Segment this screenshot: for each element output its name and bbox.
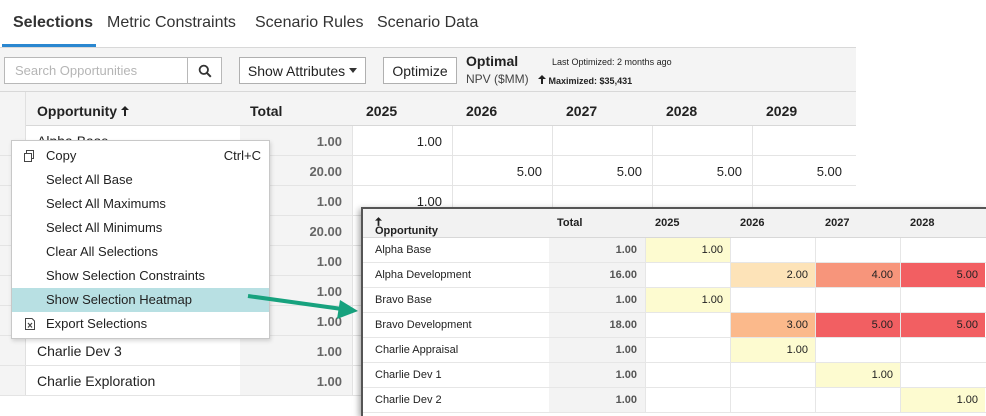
heatmap-opportunity-name: Charlie Dev 1 bbox=[375, 369, 442, 381]
heatmap-cell[interactable] bbox=[645, 338, 730, 362]
heatmap-total-cell: 1.00 bbox=[549, 288, 645, 312]
heatmap-cell[interactable] bbox=[815, 288, 900, 312]
heatmap-cell[interactable] bbox=[900, 363, 985, 387]
heatmap-column-header-total[interactable]: Total bbox=[557, 217, 582, 229]
heatmap-total-cell: 16.00 bbox=[549, 263, 645, 287]
heatmap-cell[interactable]: 1.00 bbox=[730, 338, 815, 362]
heatmap-opportunity-name: Alpha Development bbox=[375, 269, 472, 281]
heatmap-row[interactable]: Bravo Base 1.00 1.00 bbox=[363, 288, 986, 313]
heatmap-cell[interactable]: 5.00 bbox=[900, 313, 985, 337]
heatmap-cell[interactable] bbox=[900, 288, 985, 312]
heatmap-cell[interactable]: 3.00 bbox=[730, 313, 815, 337]
heatmap-cell[interactable] bbox=[815, 238, 900, 262]
heatmap-opportunity-name: Bravo Development bbox=[375, 319, 472, 331]
heatmap-cell[interactable] bbox=[730, 363, 815, 387]
heatmap-opportunity-name: Charlie Appraisal bbox=[375, 344, 459, 356]
heatmap-opportunity-name: Charlie Dev 2 bbox=[375, 394, 442, 406]
heatmap-cell[interactable] bbox=[815, 388, 900, 412]
heatmap-cell[interactable] bbox=[900, 238, 985, 262]
heatmap-row[interactable]: Bravo Development 18.00 3.00 5.00 5.00 bbox=[363, 313, 986, 338]
heatmap-cell[interactable] bbox=[645, 363, 730, 387]
heatmap-column-header-2027[interactable]: 2027 bbox=[825, 217, 849, 229]
heatmap-column-header-2028[interactable]: 2028 bbox=[910, 217, 934, 229]
heatmap-cell[interactable]: 4.00 bbox=[815, 263, 900, 287]
heatmap-row[interactable]: Charlie Dev 1 1.00 1.00 bbox=[363, 363, 986, 388]
heatmap-row[interactable]: Charlie Dev 2 1.00 1.00 bbox=[363, 388, 986, 413]
heatmap-cell[interactable] bbox=[730, 288, 815, 312]
heatmap-total-cell: 1.00 bbox=[549, 238, 645, 262]
heatmap-cell[interactable]: 2.00 bbox=[730, 263, 815, 287]
heatmap-cell[interactable] bbox=[815, 338, 900, 362]
heatmap-column-header-2026[interactable]: 2026 bbox=[740, 217, 764, 229]
heatmap-cell[interactable] bbox=[645, 388, 730, 412]
heatmap-cell[interactable]: 1.00 bbox=[645, 238, 730, 262]
heatmap-cell[interactable]: 1.00 bbox=[900, 388, 985, 412]
heatmap-row[interactable]: Charlie Appraisal 1.00 1.00 bbox=[363, 338, 986, 363]
heatmap-cell[interactable]: 1.00 bbox=[815, 363, 900, 387]
heatmap-cell[interactable] bbox=[645, 263, 730, 287]
heatmap-panel: Opportunity Total 2025 2026 2027 2028 Al… bbox=[361, 207, 986, 416]
heatmap-opportunity-name: Bravo Base bbox=[375, 294, 432, 306]
heatmap-total-cell: 1.00 bbox=[549, 363, 645, 387]
heatmap-row[interactable]: Alpha Development 16.00 2.00 4.00 5.00 bbox=[363, 263, 986, 288]
heatmap-column-label: Opportunity bbox=[375, 225, 438, 237]
heatmap-cell[interactable]: 5.00 bbox=[815, 313, 900, 337]
heatmap-header: Opportunity Total 2025 2026 2027 2028 bbox=[363, 209, 986, 238]
heatmap-column-header-2025[interactable]: 2025 bbox=[655, 217, 679, 229]
heatmap-total-cell: 1.00 bbox=[549, 338, 645, 362]
heatmap-cell[interactable]: 1.00 bbox=[645, 288, 730, 312]
heatmap-row[interactable]: Alpha Base 1.00 1.00 bbox=[363, 238, 986, 263]
heatmap-cell[interactable] bbox=[730, 238, 815, 262]
heatmap-cell[interactable] bbox=[645, 313, 730, 337]
heatmap-cell[interactable]: 5.00 bbox=[900, 263, 985, 287]
heatmap-cell[interactable] bbox=[900, 338, 985, 362]
heatmap-cell[interactable] bbox=[730, 388, 815, 412]
heatmap-opportunity-name: Alpha Base bbox=[375, 244, 432, 256]
heatmap-total-cell: 1.00 bbox=[549, 388, 645, 412]
heatmap-total-cell: 18.00 bbox=[549, 313, 645, 337]
heatmap-column-header-opportunity[interactable]: Opportunity bbox=[375, 217, 438, 237]
